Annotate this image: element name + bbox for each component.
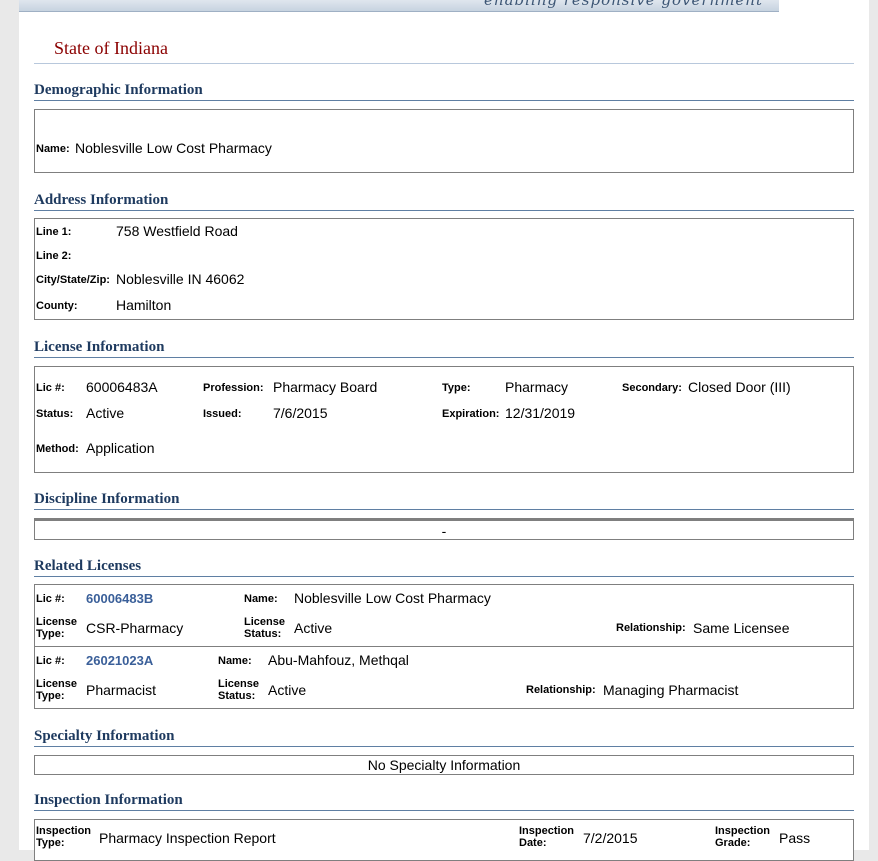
- related-license-type-value: Pharmacist: [86, 682, 157, 698]
- section-heading-discipline: Discipline Information: [34, 491, 854, 510]
- related-license-type-value: CSR-Pharmacy: [86, 620, 184, 636]
- inspection-grade-label: Inspection Grade:: [715, 825, 771, 849]
- section-heading-address: Address Information: [34, 192, 854, 211]
- expiration-label: Expiration:: [442, 408, 500, 420]
- name-value: Noblesville Low Cost Pharmacy: [75, 140, 272, 156]
- related-lic-link[interactable]: 26021023A: [86, 653, 153, 668]
- related-name-value: Abu-Mahfouz, Methqal: [268, 652, 409, 668]
- related-license-divider: [35, 646, 853, 647]
- address-box: Line 1: 758 Westfield Road Line 2: City/…: [34, 218, 854, 320]
- report-page: enabling responsive government State of …: [19, 0, 869, 861]
- discipline-value: -: [441, 523, 447, 539]
- header-banner: enabling responsive government: [19, 0, 779, 12]
- related-relationship-label: Relationship:: [526, 684, 596, 696]
- related-relationship-value: Managing Pharmacist: [603, 682, 739, 698]
- city-state-zip-value: Noblesville IN 46062: [116, 271, 245, 287]
- related-name-label: Name:: [244, 593, 278, 605]
- lic-number-value: 60006483A: [86, 379, 158, 395]
- inspection-type-value: Pharmacy Inspection Report: [99, 830, 276, 846]
- inspection-date-value: 7/2/2015: [583, 830, 638, 846]
- county-value: Hamilton: [116, 297, 172, 313]
- related-name-label: Name:: [218, 655, 252, 667]
- related-licenses-box: Lic #: 60006483B Name: Noblesville Low C…: [34, 584, 854, 709]
- related-lic-label: Lic #:: [36, 593, 65, 605]
- method-value: Application: [86, 440, 155, 456]
- method-label: Method:: [36, 443, 79, 455]
- secondary-value: Closed Door (III): [688, 379, 791, 395]
- status-label: Status:: [36, 408, 74, 420]
- issued-value: 7/6/2015: [273, 405, 328, 421]
- related-lic-link[interactable]: 60006483B: [86, 591, 153, 606]
- type-value: Pharmacy: [505, 379, 569, 395]
- specialty-box: No Specialty Information: [34, 755, 854, 775]
- related-license-status-value: Active: [268, 682, 307, 698]
- specialty-value: No Specialty Information: [367, 757, 521, 773]
- status-value: Active: [86, 405, 125, 421]
- related-relationship-value: Same Licensee: [693, 620, 790, 636]
- related-license-type-label: License Type:: [36, 616, 77, 640]
- related-license-type-label: License Type:: [36, 678, 77, 702]
- related-lic-label: Lic #:: [36, 655, 65, 667]
- section-heading-inspection: Inspection Information: [34, 792, 854, 811]
- section-heading-related-licenses: Related Licenses: [34, 558, 854, 577]
- issued-label: Issued:: [203, 408, 242, 420]
- secondary-label: Secondary:: [622, 382, 682, 394]
- license-box: Lic #: 60006483A Profession: Pharmacy Bo…: [34, 366, 854, 473]
- line1-value: 758 Westfield Road: [116, 223, 238, 239]
- inspection-box: Inspection Type: Pharmacy Inspection Repo…: [34, 819, 854, 861]
- section-heading-license: License Information: [34, 339, 854, 358]
- related-license-status-label: License Status:: [244, 616, 285, 640]
- county-label: County:: [36, 300, 78, 312]
- demographic-box: Name: Noblesville Low Cost Pharmacy: [34, 109, 854, 173]
- inspection-date-label: Inspection Date:: [519, 825, 575, 849]
- banner-tagline: enabling responsive government: [484, 0, 763, 9]
- city-state-zip-label: City/State/Zip:: [36, 274, 110, 286]
- related-license-status-value: Active: [294, 620, 333, 636]
- line2-label: Line 2:: [36, 250, 72, 262]
- type-label: Type:: [442, 382, 471, 394]
- discipline-box: -: [34, 518, 854, 540]
- section-heading-specialty: Specialty Information: [34, 728, 854, 747]
- inspection-type-label: Inspection Type:: [36, 825, 92, 849]
- related-relationship-label: Relationship:: [616, 622, 686, 634]
- line1-label: Line 1:: [36, 226, 72, 238]
- section-heading-demographic: Demographic Information: [34, 82, 854, 101]
- inspection-grade-value: Pass: [779, 830, 811, 846]
- name-label: Name:: [36, 143, 70, 155]
- title-divider: [34, 63, 854, 64]
- expiration-value: 12/31/2019: [505, 405, 576, 421]
- related-license-status-label: License Status:: [218, 678, 259, 702]
- profession-value: Pharmacy Board: [273, 379, 378, 395]
- related-name-value: Noblesville Low Cost Pharmacy: [294, 590, 491, 606]
- lic-number-label: Lic #:: [36, 382, 65, 394]
- profession-label: Profession:: [203, 382, 264, 394]
- page-title: State of Indiana: [54, 38, 168, 58]
